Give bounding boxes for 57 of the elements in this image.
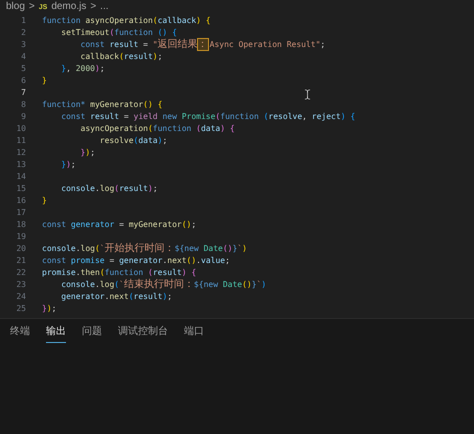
code-line: const result = yield new Promise(function (resolve, reject) {: [60, 111, 356, 123]
code-line: generator.next(result);: [60, 291, 172, 303]
code-line: }: [42, 195, 47, 207]
line-number: 3: [20, 39, 26, 51]
line-number: 19: [15, 231, 26, 243]
line-number: 22: [15, 267, 26, 279]
line-number: 8: [20, 99, 26, 111]
line-number: 5: [20, 63, 26, 75]
breadcrumb-folder[interactable]: blog: [6, 2, 25, 12]
code-line: promise.then(function (result) {: [42, 267, 196, 278]
code-line: });: [42, 303, 56, 315]
panel-tab[interactable]: 终端: [10, 323, 30, 343]
panel-tab[interactable]: 调试控制台: [118, 323, 168, 343]
line-number: 10: [15, 123, 26, 135]
line-number: 2: [20, 27, 26, 39]
line-number: 23: [15, 279, 26, 291]
code-line: console.log(`开始执行时间：${new Date()}`): [42, 243, 247, 255]
line-number: 18: [15, 219, 26, 231]
code-line: setTimeout(function () {: [60, 27, 177, 38]
code-line: }: [42, 75, 47, 87]
breadcrumb-more[interactable]: ...: [100, 2, 109, 12]
code-line: const generator = myGenerator();: [42, 219, 196, 231]
line-number: 13: [15, 159, 26, 171]
breadcrumb-file[interactable]: demo.js: [51, 2, 86, 12]
code-line: resolve(data);: [98, 135, 168, 147]
code-line: const promise = generator.next().value;: [42, 255, 230, 267]
line-number: 17: [15, 207, 26, 219]
breadcrumb-separator: >: [28, 2, 35, 12]
line-number: 21: [15, 255, 26, 267]
line-number: 9: [20, 111, 26, 123]
code-line: console.log(result);: [60, 183, 158, 195]
text-cursor-icon: [302, 88, 313, 101]
code-line: });: [80, 147, 96, 159]
code-line: });: [60, 159, 76, 171]
line-number: 20: [15, 243, 26, 255]
line-number: 16: [15, 195, 26, 207]
line-number: 4: [20, 51, 26, 63]
line-number: 14: [15, 171, 26, 183]
line-number: 12: [15, 147, 26, 159]
panel-tab[interactable]: 输出: [46, 323, 66, 343]
code-line: console.log(`结束执行时间：${new Date()}`): [60, 279, 266, 291]
line-number: 7: [20, 87, 26, 99]
code-line: asyncOperation(function (data) {: [80, 123, 235, 135]
line-number: 24: [15, 291, 26, 303]
line-number: 6: [20, 75, 26, 87]
panel-tab[interactable]: 端口: [184, 323, 204, 343]
panel-tab[interactable]: 问题: [82, 323, 102, 343]
code-line: const result = "返回结果： Async Operation Result";: [80, 39, 326, 51]
code-line: function asyncOperation(callback) {: [42, 15, 211, 27]
line-number: 11: [15, 135, 26, 147]
line-number: 25: [15, 303, 26, 315]
breadcrumb-separator: >: [90, 2, 96, 12]
line-number: 1: [20, 15, 26, 27]
code-line: callback(result);: [80, 51, 162, 63]
code-line: }, 2000);: [60, 63, 105, 75]
line-number: 15: [15, 183, 26, 195]
code-line: function* myGenerator() {: [42, 99, 162, 111]
